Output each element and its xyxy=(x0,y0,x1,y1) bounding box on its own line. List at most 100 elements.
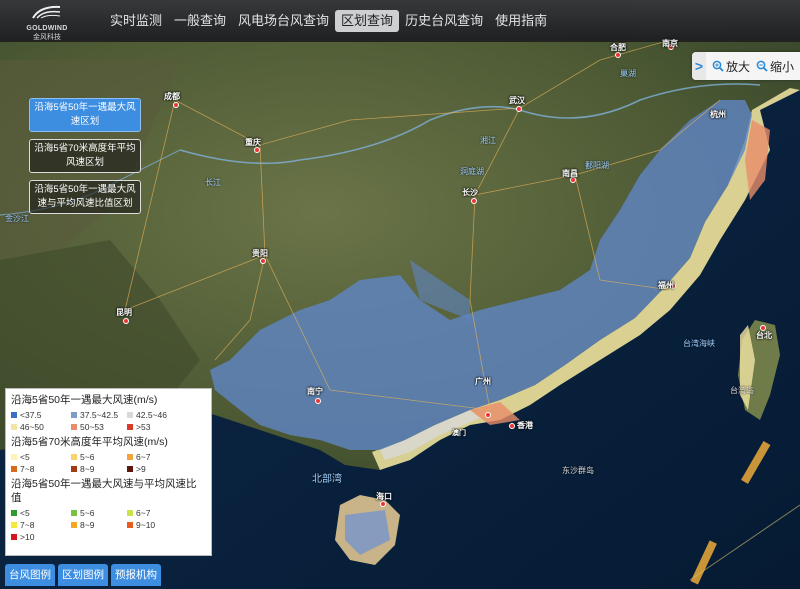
city-label: 海口 xyxy=(376,492,392,501)
legend-label: 9~10 xyxy=(136,519,156,530)
legend-label: >53 xyxy=(136,421,151,432)
legend-label: <5 xyxy=(20,507,30,518)
city-marker[interactable] xyxy=(471,198,477,204)
legend-label: 7~8 xyxy=(20,519,35,530)
city-label: 澳门 xyxy=(452,430,466,437)
zoom-out-button[interactable]: 缩小 xyxy=(756,58,794,75)
legend-item: >53 xyxy=(127,421,187,432)
legend-grid-avg-wind: <5 5~6 6~7 7~8 8~9 >9 xyxy=(11,451,206,474)
legend-swatch xyxy=(71,465,77,472)
legend-label: 8~9 xyxy=(80,519,95,530)
city-label: 贵阳 xyxy=(252,249,268,258)
nav-realtime-monitor[interactable]: 实时监测 xyxy=(104,10,168,32)
tab-typhoon-legend[interactable]: 台风图例 xyxy=(5,564,55,586)
legend-label: 46~50 xyxy=(20,421,44,432)
legend-grid-ratio: <5 5~6 6~7 7~8 8~9 9~10 >10 xyxy=(11,507,206,542)
legend-label: 6~7 xyxy=(136,451,151,462)
legend-item: 8~9 xyxy=(71,519,127,530)
nav-zoning-query[interactable]: 区划查询 xyxy=(335,10,400,32)
tab-forecast-agencies[interactable]: 预报机构 xyxy=(111,564,161,586)
city-marker[interactable] xyxy=(315,398,321,404)
city-label: 成都 xyxy=(164,92,180,101)
legend-swatch xyxy=(71,509,77,516)
city-marker[interactable] xyxy=(516,106,522,112)
legend-label: 6~7 xyxy=(136,507,151,518)
legend-grid-max-wind: <37.5 37.5~42.5 42.5~46 46~50 50~53 >53 xyxy=(11,409,206,432)
legend-item: 6~7 xyxy=(127,507,187,518)
legend-swatch xyxy=(11,453,17,460)
legend-swatch xyxy=(71,423,77,430)
legend-swatch xyxy=(71,521,77,528)
geo-label: 巢湖 xyxy=(620,69,636,78)
legend-item: 42.5~46 xyxy=(127,409,187,420)
brand-sub: 金风科技 xyxy=(33,34,61,41)
geo-label: 长江 xyxy=(205,178,221,187)
city-marker[interactable] xyxy=(509,423,515,429)
zoning-legend-panel: 沿海5省50年一遇最大风速(m/s) <37.5 37.5~42.5 42.5~… xyxy=(5,388,212,556)
legend-item: 7~8 xyxy=(11,463,71,474)
city-marker[interactable] xyxy=(123,318,129,324)
legend-item: <5 xyxy=(11,451,71,462)
city-label: 香港 xyxy=(517,421,533,430)
city-label: 台北 xyxy=(756,331,772,340)
legend-label: 5~6 xyxy=(80,507,95,518)
nav-windfarm-typhoon-query[interactable]: 风电场台风查询 xyxy=(232,10,335,32)
nav-history-typhoon-query[interactable]: 历史台风查询 xyxy=(399,10,489,32)
zoning-avg-wind-70m-button[interactable]: 沿海5省70米高度年平均风速区划 xyxy=(29,139,141,173)
nav-general-query[interactable]: 一般查询 xyxy=(168,10,232,32)
legend-item: 46~50 xyxy=(11,421,71,432)
nav-user-guide[interactable]: 使用指南 xyxy=(489,10,553,32)
zoom-out-icon xyxy=(756,60,768,72)
legend-item: 9~10 xyxy=(127,519,187,530)
legend-item: 6~7 xyxy=(127,451,187,462)
zoom-panel-toggle[interactable]: > xyxy=(692,52,706,80)
geo-label: 东沙群岛 xyxy=(562,466,594,475)
tab-zoning-legend[interactable]: 区划图例 xyxy=(58,564,108,586)
city-label: 武汉 xyxy=(509,96,525,105)
geo-label: 台湾海峡 xyxy=(683,339,715,348)
city-marker[interactable] xyxy=(173,102,179,108)
legend-swatch xyxy=(127,411,133,418)
brand-name: GOLDWIND xyxy=(26,25,68,32)
legend-item: >9 xyxy=(127,463,187,474)
zoom-in-icon xyxy=(712,60,724,72)
zoning-layer-buttons: 沿海5省50年一遇最大风速区划 沿海5省70米高度年平均风速区划 沿海5省50年… xyxy=(29,98,141,221)
city-label: 福州 xyxy=(658,281,674,290)
zoning-wind-ratio-button[interactable]: 沿海5省50年一遇最大风速与平均风速比值区划 xyxy=(29,180,141,214)
zoom-in-button[interactable]: 放大 xyxy=(712,58,750,75)
brand-logo[interactable]: GOLDWIND 金风科技 xyxy=(22,4,72,41)
main-nav: 实时监测 一般查询 风电场台风查询 区划查询 历史台风查询 使用指南 xyxy=(104,10,553,32)
legend-swatch xyxy=(127,423,133,430)
legend-label: 42.5~46 xyxy=(136,409,167,420)
legend-item: 50~53 xyxy=(71,421,127,432)
city-label: 重庆 xyxy=(245,138,261,147)
legend-item: 37.5~42.5 xyxy=(71,409,127,420)
legend-swatch xyxy=(11,411,17,418)
legend-swatch xyxy=(127,509,133,516)
legend-swatch xyxy=(127,453,133,460)
goldwind-logo-icon xyxy=(32,5,61,19)
city-marker[interactable] xyxy=(485,412,491,418)
legend-title-max-wind: 沿海5省50年一遇最大风速(m/s) xyxy=(11,394,158,406)
legend-label: 8~9 xyxy=(80,463,95,474)
city-label: 杭州 xyxy=(710,110,726,119)
legend-swatch xyxy=(11,465,17,472)
zoom-controls: > 放大 缩小 xyxy=(692,52,800,80)
top-navbar: GOLDWIND 金风科技 实时监测 一般查询 风电场台风查询 区划查询 历史台… xyxy=(0,0,800,42)
legend-swatch xyxy=(11,533,17,540)
geo-label: 金沙江 xyxy=(5,214,29,223)
legend-swatch xyxy=(11,521,17,528)
legend-swatch xyxy=(127,521,133,528)
legend-label: 7~8 xyxy=(20,463,35,474)
city-label: 昆明 xyxy=(116,308,132,317)
legend-label: 50~53 xyxy=(80,421,104,432)
geo-label: 台湾岛 xyxy=(730,386,754,395)
zoom-out-label: 缩小 xyxy=(770,59,795,74)
geo-label: 鄱阳湖 xyxy=(585,161,609,170)
legend-swatch xyxy=(71,453,77,460)
legend-tabs: 台风图例 区划图例 预报机构 xyxy=(5,564,164,586)
legend-item: 8~9 xyxy=(71,463,127,474)
legend-label: >10 xyxy=(20,531,35,542)
city-label: 广州 xyxy=(475,377,491,386)
zoning-max-wind-50yr-button[interactable]: 沿海5省50年一遇最大风速区划 xyxy=(29,98,141,132)
